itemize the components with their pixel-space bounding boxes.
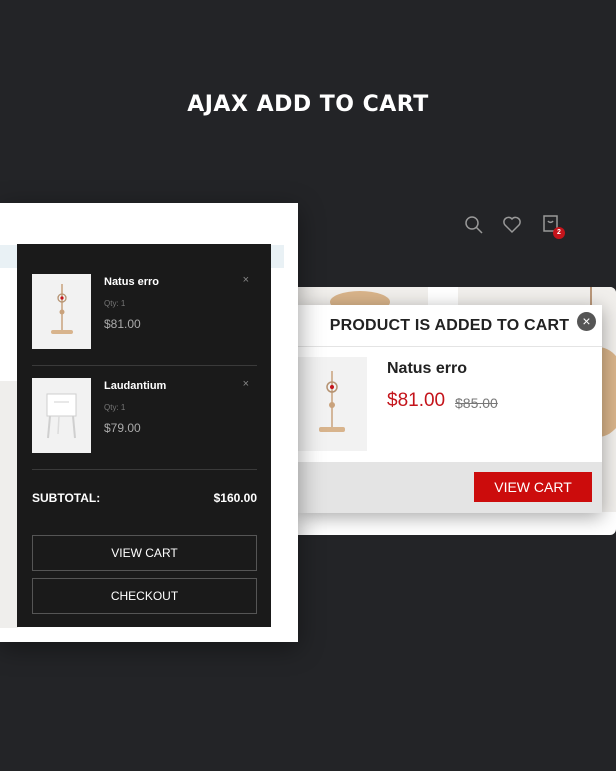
popup-footer: VIEW CART (297, 462, 602, 513)
divider (32, 469, 257, 470)
divider (32, 365, 257, 366)
remove-icon[interactable]: × (243, 274, 249, 286)
hero-title: AJAX ADD TO CART (187, 92, 429, 117)
close-icon[interactable]: × (577, 312, 596, 331)
store-header-panel: 2 Natus erro Qty: 1 $81.00 × Laudantium … (0, 203, 565, 642)
mini-cart-checkout-button[interactable]: CHECKOUT (32, 578, 257, 614)
mini-cart-item-name[interactable]: Natus erro (104, 276, 159, 288)
subtotal-value: $160.00 (213, 491, 257, 505)
product-thumbnail[interactable] (297, 357, 367, 451)
popup-header: PRODUCT IS ADDED TO CART × (297, 305, 602, 347)
lamp-image (319, 371, 345, 432)
popup-body: Natus erro $81.00 $85.00 (297, 347, 602, 461)
cart-count-badge: 2 (553, 227, 565, 239)
added-to-cart-popup: PRODUCT IS ADDED TO CART × Natus erro $8… (297, 305, 602, 513)
side-table-image (46, 393, 77, 439)
remove-icon[interactable]: × (243, 378, 249, 390)
popup-view-cart-button[interactable]: VIEW CART (474, 472, 592, 502)
heart-icon[interactable] (500, 213, 524, 237)
product-thumbnail[interactable] (32, 274, 91, 349)
mini-cart-item: Laudantium Qty: 1 $79.00 × (32, 378, 257, 453)
mini-cart-item: Natus erro Qty: 1 $81.00 × (32, 274, 257, 349)
mini-cart-item-qty: Qty: 1 (104, 299, 126, 308)
mini-cart-item-qty: Qty: 1 (104, 403, 126, 412)
lamp-image (51, 284, 73, 334)
product-name[interactable]: Natus erro (387, 360, 467, 378)
mini-cart-view-cart-button[interactable]: VIEW CART (32, 535, 257, 571)
search-icon[interactable] (462, 213, 486, 237)
mini-cart-item-price: $79.00 (104, 421, 141, 435)
mini-cart-item-price: $81.00 (104, 317, 141, 331)
product-price: $81.00 (387, 390, 446, 411)
cart-icon[interactable]: 2 (539, 213, 565, 239)
popup-title: PRODUCT IS ADDED TO CART (329, 316, 570, 334)
mini-cart-item-name[interactable]: Laudantium (104, 380, 166, 392)
subtotal-label: SUBTOTAL: (32, 491, 101, 505)
product-old-price: $85.00 (455, 395, 498, 411)
product-image (0, 381, 18, 628)
mini-cart-dropdown: Natus erro Qty: 1 $81.00 × Laudantium Qt… (17, 244, 271, 627)
product-thumbnail[interactable] (32, 378, 91, 453)
